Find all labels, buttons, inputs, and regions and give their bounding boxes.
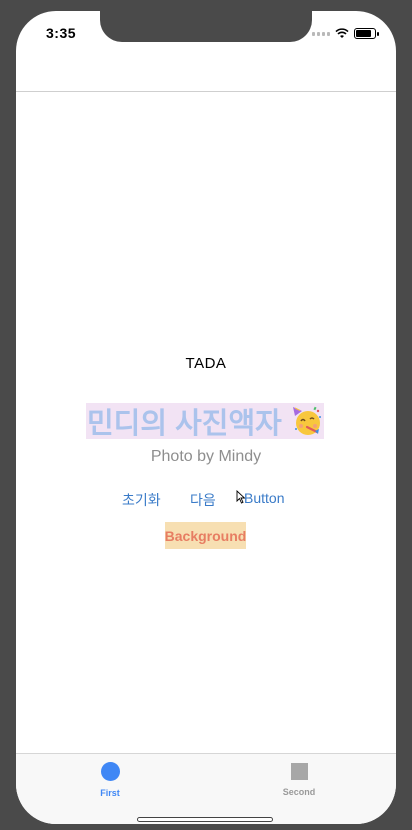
home-indicator[interactable] bbox=[137, 817, 273, 822]
navigation-bar-divider bbox=[16, 91, 396, 92]
device-notch bbox=[100, 11, 312, 42]
reset-button[interactable]: 초기화 bbox=[122, 490, 161, 510]
generic-button[interactable]: Button bbox=[244, 490, 284, 506]
tab-first-label: First bbox=[100, 788, 120, 798]
title-container: 민디의 사진액자 bbox=[86, 403, 324, 440]
partying-face-icon bbox=[293, 406, 321, 435]
page-title: 민디의 사진액자 bbox=[87, 408, 282, 440]
tab-bar: First Second bbox=[16, 753, 396, 824]
circle-icon bbox=[100, 762, 120, 781]
tada-label: TADA bbox=[185, 355, 227, 372]
status-time: 3:35 bbox=[46, 25, 77, 41]
battery-icon bbox=[354, 28, 379, 39]
tab-second-label: Second bbox=[282, 787, 316, 797]
wifi-icon bbox=[335, 28, 349, 39]
photo-credit-label: Photo by Mindy bbox=[150, 448, 262, 465]
phone-screen: 3:35 TADA 민디의 사진액자 Photo by Mindy 초기화 다음… bbox=[16, 11, 396, 824]
next-button[interactable]: 다음 bbox=[190, 490, 216, 510]
cellular-signal-icon bbox=[312, 31, 330, 36]
background-button[interactable]: Background bbox=[165, 522, 246, 549]
square-icon bbox=[290, 763, 308, 780]
tab-second[interactable]: Second bbox=[259, 762, 339, 797]
device-frame: 3:35 TADA 민디의 사진액자 Photo by Mindy 초기화 다음… bbox=[0, 0, 412, 830]
tab-first[interactable]: First bbox=[70, 762, 150, 798]
status-icons bbox=[312, 28, 379, 39]
